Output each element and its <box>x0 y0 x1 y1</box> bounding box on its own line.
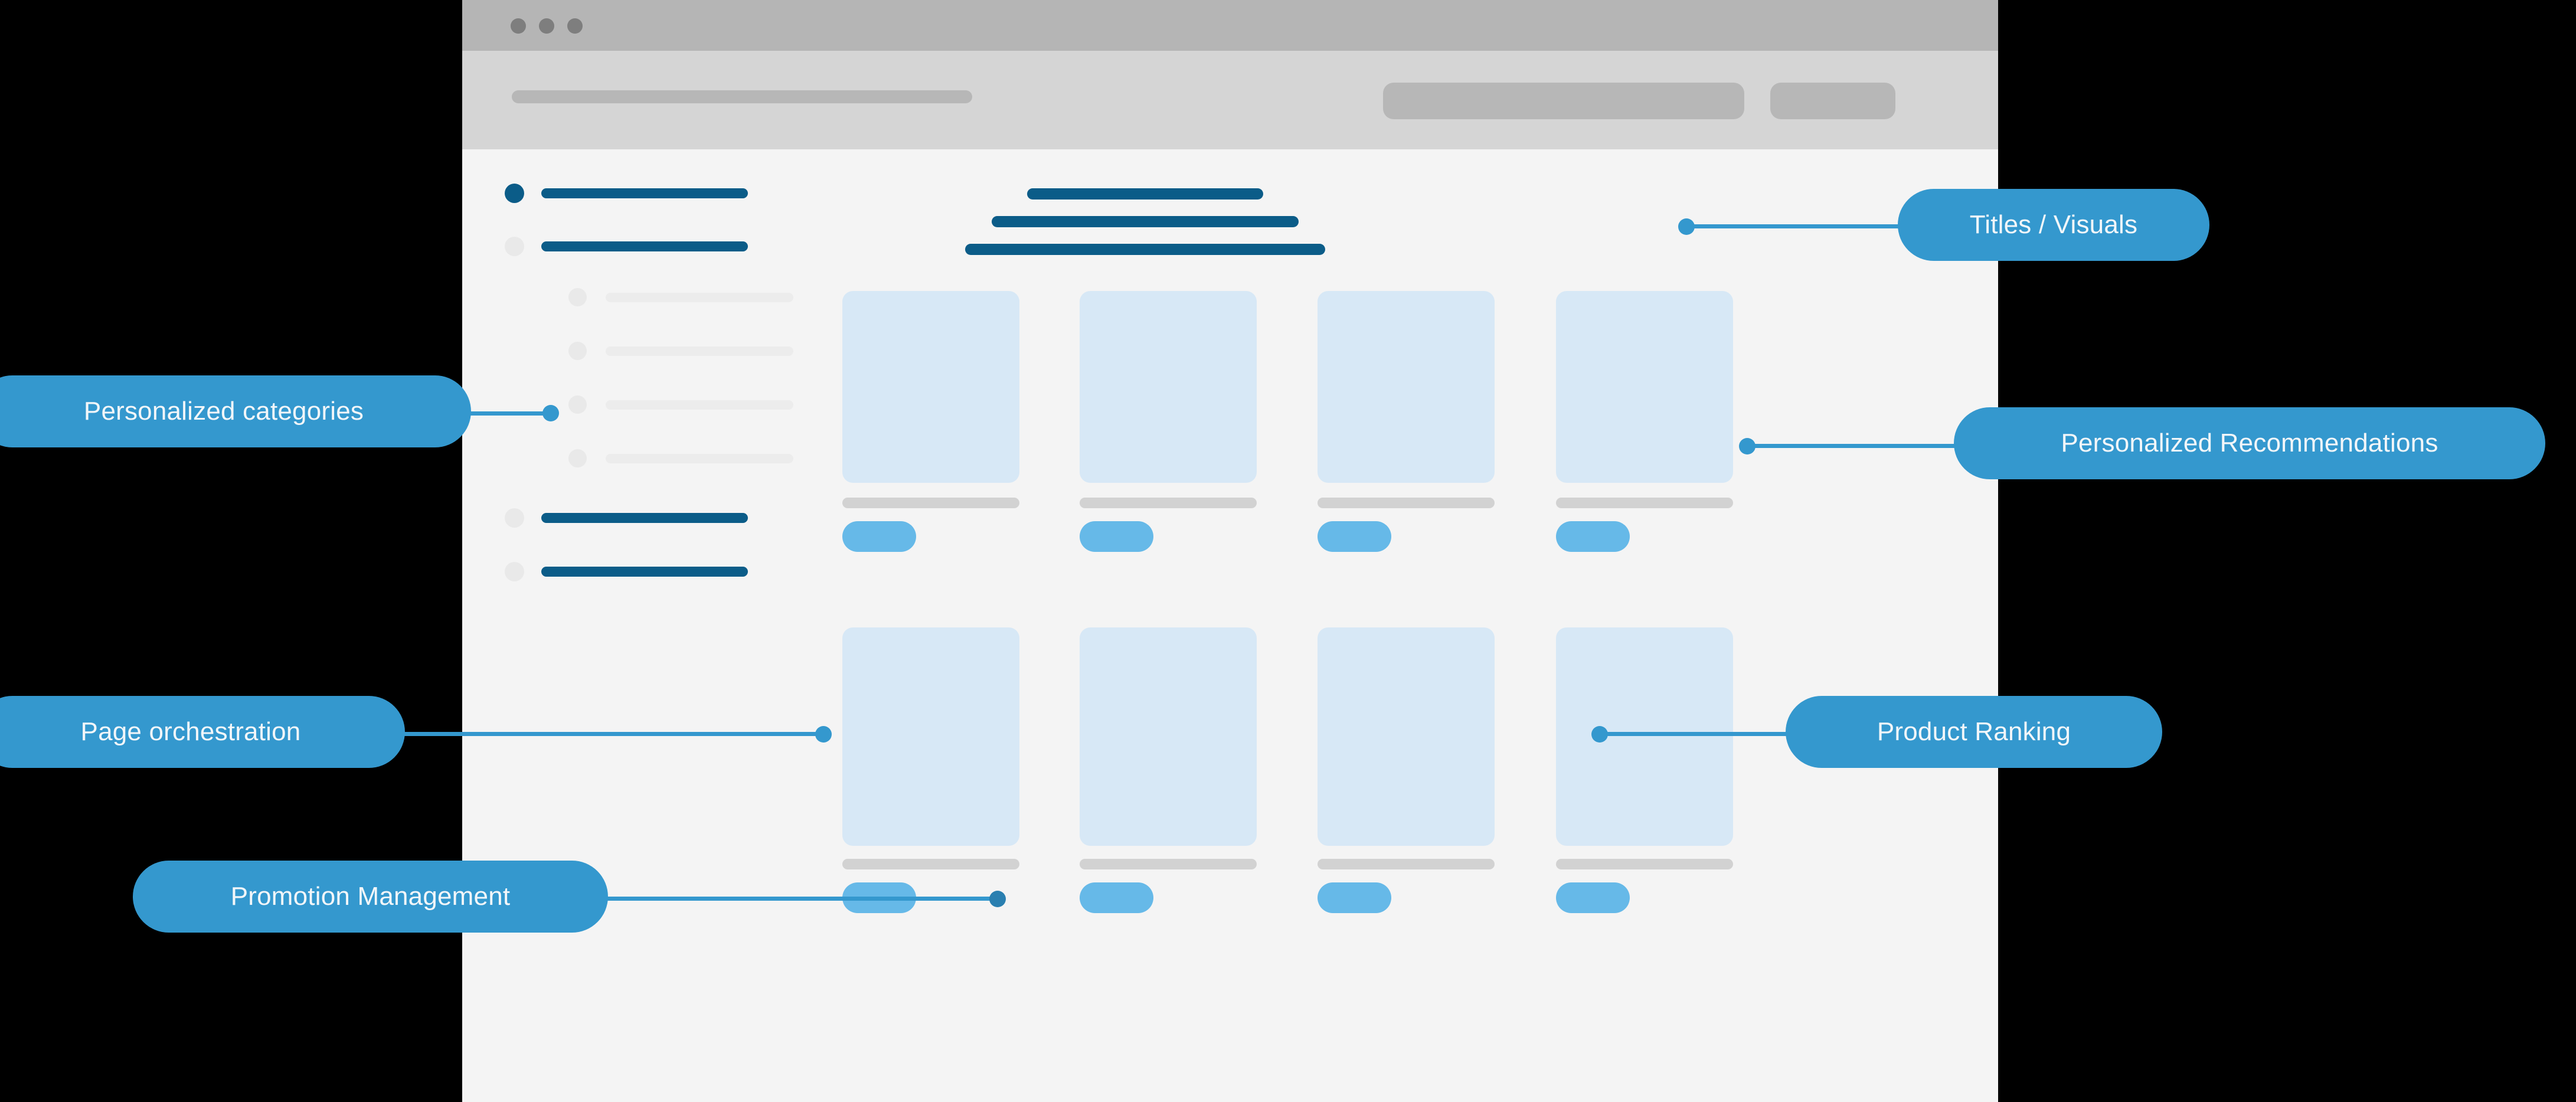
callout-page-orchestration[interactable]: Page orchestration <box>0 696 405 768</box>
card-title <box>1318 859 1495 869</box>
sidebar-subitem-label <box>606 453 793 463</box>
sidebar-bullet-icon <box>505 237 524 256</box>
sidebar-subitem-label <box>606 292 793 302</box>
leader-dot-promotion-management <box>989 891 1006 907</box>
leader-line-personalized-recommendations <box>1747 444 1960 448</box>
page-heading-line-1 <box>1027 188 1263 200</box>
card-title <box>842 498 1019 508</box>
leader-dot-titles-visuals <box>1678 218 1695 235</box>
card-title <box>1080 859 1257 869</box>
screenshot-stage: Titles / Visuals Personalized Recommenda… <box>0 0 2576 1102</box>
card-image <box>1080 627 1257 846</box>
callout-titles-visuals[interactable]: Titles / Visuals <box>1898 189 2209 261</box>
card-cta-button[interactable] <box>1318 882 1391 913</box>
url-input[interactable] <box>512 90 972 103</box>
maximize-dot-icon[interactable] <box>567 18 583 34</box>
sidebar-bullet-icon <box>568 342 587 360</box>
card-cta-button[interactable] <box>842 521 916 552</box>
sidebar-item-label <box>541 513 748 523</box>
leader-line-page-orchestration <box>401 732 826 736</box>
product-card[interactable] <box>842 627 1019 913</box>
sidebar-subitem-label <box>606 346 793 356</box>
card-image <box>1556 627 1733 846</box>
browser-window <box>462 0 1998 1102</box>
card-cta-button[interactable] <box>1080 882 1153 913</box>
window-controls[interactable] <box>511 18 583 34</box>
close-dot-icon[interactable] <box>511 18 526 34</box>
minimize-dot-icon[interactable] <box>539 18 554 34</box>
card-cta-button[interactable] <box>1080 521 1153 552</box>
leader-dot-personalized-categories <box>542 405 559 421</box>
leader-line-titles-visuals <box>1686 224 1899 228</box>
leader-line-product-ranking <box>1600 732 1806 736</box>
toolbar-placeholder-small[interactable] <box>1770 83 1895 119</box>
leader-dot-personalized-recommendations <box>1739 438 1756 454</box>
product-card[interactable] <box>1318 291 1495 552</box>
card-image <box>1556 291 1733 483</box>
sidebar-bullet-icon <box>505 562 524 581</box>
card-cta-button[interactable] <box>1556 521 1630 552</box>
sidebar-subitem-2[interactable] <box>568 342 793 360</box>
leader-line-personalized-categories <box>466 411 555 416</box>
card-image <box>842 291 1019 483</box>
card-cta-button[interactable] <box>1556 882 1630 913</box>
sidebar-item-1[interactable] <box>505 184 748 203</box>
leader-dot-page-orchestration <box>815 726 832 743</box>
callout-personalized-recommendations[interactable]: Personalized Recommendations <box>1954 407 2545 479</box>
product-card[interactable] <box>1080 627 1257 913</box>
callout-personalized-categories[interactable]: Personalized categories <box>0 375 471 447</box>
sidebar-item-label <box>541 567 748 577</box>
main-content <box>840 149 1998 1102</box>
card-title <box>1556 498 1733 508</box>
sidebar-bullet-icon <box>568 288 587 306</box>
page-body <box>462 149 1998 1102</box>
card-cta-button[interactable] <box>1318 521 1391 552</box>
sidebar-nav <box>462 149 840 1102</box>
product-card[interactable] <box>1556 627 1733 913</box>
card-image <box>1318 627 1495 846</box>
card-image <box>842 627 1019 846</box>
product-card[interactable] <box>1318 627 1495 913</box>
callout-product-ranking[interactable]: Product Ranking <box>1786 696 2162 768</box>
sidebar-item-label <box>541 241 748 251</box>
card-image <box>1080 291 1257 483</box>
card-title <box>1080 498 1257 508</box>
product-card[interactable] <box>1080 291 1257 552</box>
sidebar-item-label <box>541 188 748 198</box>
card-title <box>842 859 1019 869</box>
sidebar-subitem-3[interactable] <box>568 395 793 414</box>
sidebar-item-2[interactable] <box>505 237 748 256</box>
leader-line-promotion-management <box>602 897 1003 901</box>
sidebar-bullet-icon <box>568 449 587 467</box>
sidebar-subitem-4[interactable] <box>568 449 793 467</box>
card-image <box>1318 291 1495 483</box>
callout-promotion-management[interactable]: Promotion Management <box>133 861 608 933</box>
card-title <box>1556 859 1733 869</box>
sidebar-item-4[interactable] <box>505 562 748 581</box>
product-card[interactable] <box>1556 291 1733 552</box>
browser-toolbar <box>462 51 1998 149</box>
page-heading-line-2 <box>992 216 1299 227</box>
toolbar-placeholder-wide[interactable] <box>1383 83 1744 119</box>
card-title <box>1318 498 1495 508</box>
sidebar-bullet-icon <box>505 184 524 203</box>
browser-titlebar <box>462 0 1998 51</box>
sidebar-item-3[interactable] <box>505 508 748 528</box>
sidebar-bullet-icon <box>568 395 587 414</box>
sidebar-subitem-1[interactable] <box>568 288 793 306</box>
sidebar-subitem-label <box>606 400 793 410</box>
sidebar-bullet-icon <box>505 508 524 528</box>
product-card[interactable] <box>842 291 1019 552</box>
page-heading-line-3 <box>965 244 1325 255</box>
leader-dot-product-ranking <box>1591 726 1608 743</box>
